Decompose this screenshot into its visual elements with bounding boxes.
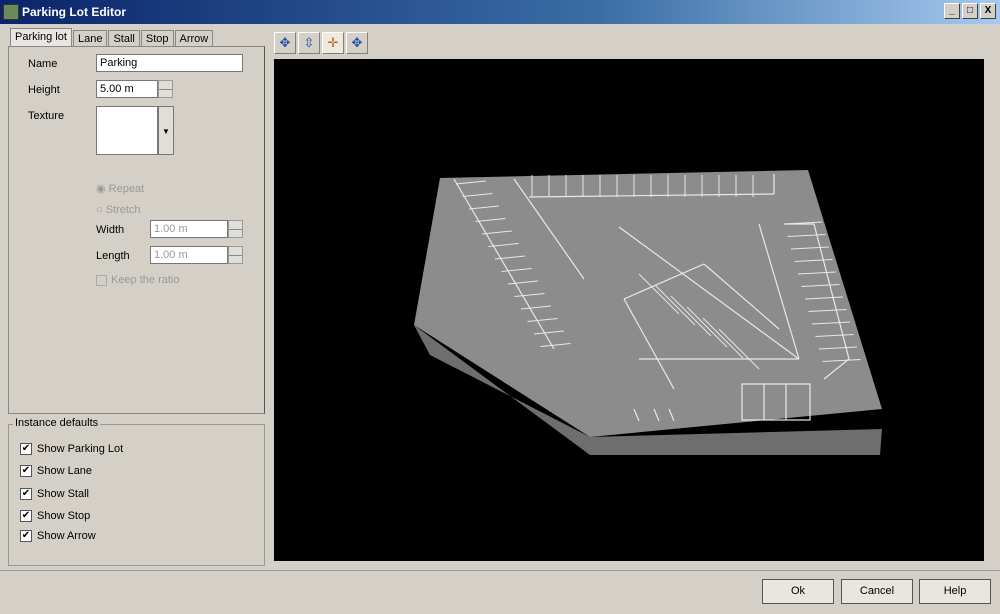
width-label: Width xyxy=(96,224,125,236)
cancel-button[interactable]: Cancel xyxy=(841,579,913,604)
title-bar: Parking Lot Editor _ □ X xyxy=(0,0,1000,24)
maximize-button[interactable]: □ xyxy=(962,3,978,19)
window-title: Parking Lot Editor xyxy=(22,5,127,19)
checkbox-label: Show Stop xyxy=(37,510,91,522)
app-icon xyxy=(3,4,19,20)
repeat-label: Repeat xyxy=(108,183,145,195)
tab-parking-lot[interactable]: Parking lot xyxy=(10,28,72,46)
height-spinner[interactable] xyxy=(158,80,173,98)
lot-surface xyxy=(414,170,882,437)
checkbox-label: Show Lane xyxy=(37,465,93,477)
texture-label: Texture xyxy=(28,110,65,122)
ok-button[interactable]: Ok xyxy=(762,579,834,604)
tab-bar: Parking lot Lane Stall Stop Arrow xyxy=(10,28,214,46)
show-parking-lot-checkbox[interactable]: ✔ Show Parking Lot xyxy=(20,443,123,455)
tab-arrow[interactable]: Arrow xyxy=(174,30,214,46)
pan-icon[interactable]: ✛ xyxy=(322,32,344,54)
width-input[interactable]: 1.00 m xyxy=(150,220,228,238)
close-button[interactable]: X xyxy=(980,3,996,19)
height-label: Height xyxy=(28,84,60,96)
checkbox-label: Show Arrow xyxy=(37,530,96,542)
zoom-icon[interactable]: ✥ xyxy=(346,32,368,54)
tab-lane[interactable]: Lane xyxy=(72,30,108,46)
show-lane-checkbox[interactable]: ✔ Show Lane xyxy=(20,465,92,477)
3d-viewport[interactable] xyxy=(274,59,984,561)
parking-lot-scene xyxy=(414,170,882,455)
keep-ratio-checkbox[interactable]: Keep the ratio xyxy=(96,274,180,286)
rotate-icon[interactable]: ✥ xyxy=(274,32,296,54)
length-label: Length xyxy=(96,250,130,262)
checkbox-label: Show Stall xyxy=(37,488,89,500)
name-label: Name xyxy=(28,58,58,70)
help-button[interactable]: Help xyxy=(919,579,991,604)
footer-divider xyxy=(0,570,1000,571)
name-input[interactable]: Parking xyxy=(96,54,243,72)
show-arrow-checkbox[interactable]: ✔ Show Arrow xyxy=(20,530,96,542)
length-input[interactable]: 1.00 m xyxy=(150,246,228,264)
move-vertical-icon[interactable]: ⇳ xyxy=(298,32,320,54)
length-spinner[interactable] xyxy=(228,246,243,264)
texture-preview[interactable] xyxy=(96,106,158,155)
view-toolbar: ✥ ⇳ ✛ ✥ xyxy=(274,32,368,54)
tab-stall[interactable]: Stall xyxy=(108,30,140,46)
stretch-radio[interactable]: ○ Stretch xyxy=(96,204,141,216)
tab-stop[interactable]: Stop xyxy=(140,30,174,46)
repeat-radio[interactable]: ◉ Repeat xyxy=(96,182,144,195)
keep-ratio-label: Keep the ratio xyxy=(111,274,180,286)
checkbox-label: Show Parking Lot xyxy=(37,443,124,455)
group-title: Instance defaults xyxy=(13,417,101,429)
texture-dropdown-button[interactable]: ▼ xyxy=(158,106,174,155)
show-stop-checkbox[interactable]: ✔ Show Stop xyxy=(20,510,90,522)
stretch-label: Stretch xyxy=(105,204,141,216)
height-input[interactable]: 5.00 m xyxy=(96,80,158,98)
show-stall-checkbox[interactable]: ✔ Show Stall xyxy=(20,488,89,500)
minimize-button[interactable]: _ xyxy=(944,3,960,19)
width-spinner[interactable] xyxy=(228,220,243,238)
